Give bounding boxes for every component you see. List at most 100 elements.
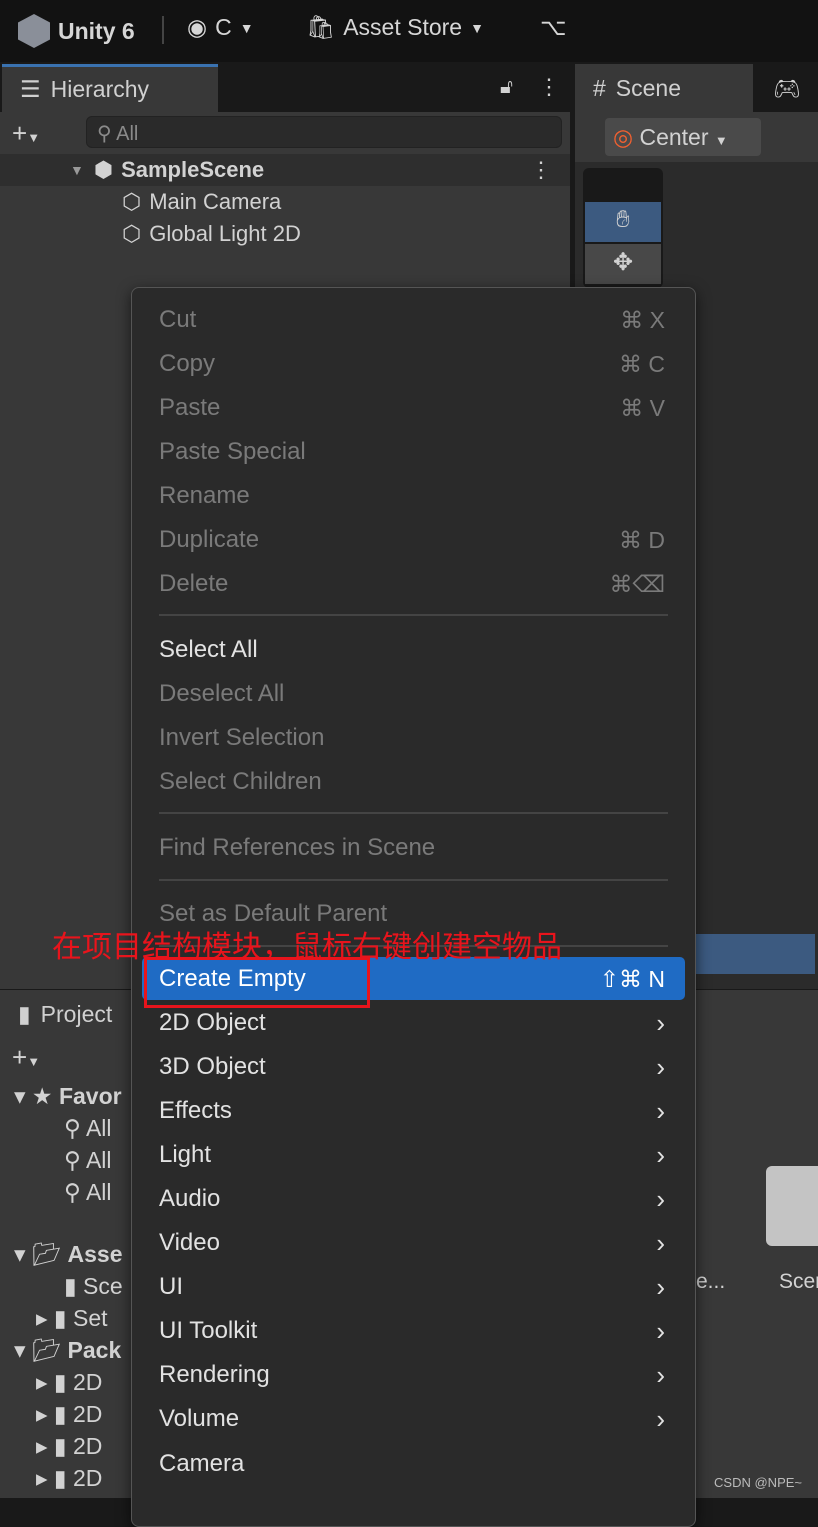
view-options-icon[interactable]	[695, 934, 815, 974]
chevron-right-icon: ›	[656, 1007, 665, 1038]
tree-item[interactable]: ▸ ▮ 2D	[14, 1398, 123, 1430]
unity-logo-icon	[18, 14, 50, 48]
lock-icon[interactable]: 🔓︎	[500, 76, 513, 99]
menu-item-submenu[interactable]: Audio ›	[159, 1179, 665, 1219]
menu-item-label: Rendering	[159, 1361, 270, 1388]
project-tree: ▾ ★ Favor ⚲ All ⚲ All ⚲ All ▾ 📂︎ Asse ▮ …	[14, 1080, 123, 1494]
menu-item-submenu[interactable]: UI Toolkit ›	[159, 1311, 665, 1351]
grid-icon: #	[593, 74, 606, 101]
tree-item[interactable]: ⚲ All	[14, 1144, 123, 1176]
menu-item-cut[interactable]: Cut ⌘ X	[159, 300, 665, 340]
tree-item[interactable]: ⚲ All	[14, 1112, 123, 1144]
menu-item-label: UI Toolkit	[159, 1317, 258, 1344]
unity-scene-icon: ⬢	[93, 157, 114, 182]
account-icon: ◉	[187, 14, 208, 40]
pivot-icon: ◎	[613, 124, 634, 150]
expand-arrow-icon: ▼	[70, 162, 84, 178]
tree-item[interactable]: ▾ ★ Favor	[14, 1080, 123, 1112]
bag-icon: 🛍	[306, 14, 336, 40]
add-button[interactable]: +▼	[12, 1042, 40, 1073]
chevron-right-icon: ›	[656, 1051, 665, 1082]
menu-item-label: Light	[159, 1141, 212, 1168]
menu-item-select-all[interactable]: Select All	[159, 630, 665, 670]
hand-tool-icon[interactable]: ✋︎	[585, 202, 661, 242]
divider	[162, 16, 164, 44]
chevron-right-icon: ›	[656, 1359, 665, 1390]
menu-item-duplicate[interactable]: Duplicate ⌘ D	[159, 520, 665, 560]
menu-item-find-references[interactable]: Find References in Scene	[159, 828, 665, 868]
menu-item-submenu[interactable]: Volume ›	[159, 1399, 665, 1439]
tab-hierarchy[interactable]: ☰ Hierarchy	[2, 64, 218, 112]
separator	[159, 812, 668, 814]
menu-item-rename[interactable]: Rename	[159, 476, 665, 516]
folder-icon: ▮	[18, 1000, 31, 1027]
separator	[159, 879, 668, 881]
scene-more-icon[interactable]: ⋮	[530, 157, 552, 183]
tab-project[interactable]: ▮ Project	[0, 990, 140, 1038]
menu-item-submenu[interactable]: Video ›	[159, 1223, 665, 1263]
tab-scene[interactable]: # Scene	[575, 64, 753, 112]
menu-item-label: 2D Object	[159, 1009, 266, 1036]
gameobject-icon: ⬡	[122, 189, 142, 214]
search-icon: ⚲	[97, 123, 117, 145]
menu-item-camera[interactable]: Camera	[159, 1444, 665, 1484]
chevron-right-icon: ›	[656, 1271, 665, 1302]
pivot-dropdown[interactable]: ◎ Center ▼	[605, 118, 761, 156]
menu-item-deselect-all[interactable]: Deselect All	[159, 674, 665, 714]
chevron-down-icon: ▼	[470, 19, 484, 36]
version-control-icon[interactable]: ⌥	[540, 14, 567, 41]
watermark: CSDN @NPE~	[714, 1475, 802, 1490]
annotation-text: 在项目结构模块，鼠标右键创建空物品	[52, 930, 562, 965]
file-thumbnail[interactable]	[766, 1166, 818, 1246]
move-tool-icon[interactable]: ✥	[585, 244, 661, 284]
menu-item-submenu[interactable]: Rendering ›	[159, 1355, 665, 1395]
tree-item[interactable]: ▸ ▮ 2D	[14, 1430, 123, 1462]
more-icon[interactable]: ⋮	[538, 74, 560, 100]
search-input[interactable]: ⚲ All	[86, 116, 562, 148]
tree-item[interactable]: ▸ ▮ 2D	[14, 1462, 123, 1494]
asset-label[interactable]: Scer	[779, 1270, 818, 1294]
list-icon: ☰	[20, 76, 41, 102]
asset-store-dropdown[interactable]: 🛍 Asset Store ▼	[306, 14, 484, 41]
tree-item[interactable]: ⚲ All	[14, 1176, 123, 1208]
context-menu: Cut ⌘ X Copy ⌘ C Paste ⌘ V Paste Special Re…	[131, 287, 696, 1527]
chevron-right-icon: ›	[656, 1139, 665, 1170]
chevron-right-icon: ›	[656, 1227, 665, 1258]
menu-item-paste-special[interactable]: Paste Special	[159, 432, 665, 472]
chevron-down-icon: ▼	[239, 19, 254, 36]
hierarchy-item[interactable]: ⬡ Main Camera	[0, 186, 281, 218]
menu-item-submenu[interactable]: Light ›	[159, 1135, 665, 1175]
tree-item[interactable]: ▸ ▮ 2D	[14, 1366, 123, 1398]
menu-item-delete[interactable]: Delete ⌘⌫	[159, 564, 665, 604]
unity-menu[interactable]: Unity 6	[18, 14, 135, 48]
menu-item-label: 3D Object	[159, 1053, 266, 1080]
tree-item[interactable]: ▸ ▮ Set	[14, 1302, 123, 1334]
gameobject-icon: ⬡	[122, 221, 142, 246]
account-dropdown[interactable]: ◉ C ▼	[187, 14, 254, 41]
menu-item-copy[interactable]: Copy ⌘ C	[159, 344, 665, 384]
chevron-right-icon: ›	[656, 1315, 665, 1346]
menu-item-submenu[interactable]: Effects ›	[159, 1091, 665, 1131]
menu-item-paste[interactable]: Paste ⌘ V	[159, 388, 665, 428]
add-button[interactable]: +▼	[12, 118, 40, 149]
chevron-right-icon: ›	[656, 1095, 665, 1126]
menu-item-label: Effects	[159, 1097, 232, 1124]
tree-item[interactable]: ▾ 📂︎ Pack	[14, 1334, 123, 1366]
asset-label[interactable]: e...	[696, 1270, 725, 1294]
gamepad-icon[interactable]: 🎮︎	[773, 76, 801, 102]
hierarchy-item[interactable]: ⬡ Global Light 2D	[0, 218, 301, 250]
menu-item-label: Audio	[159, 1185, 221, 1212]
tree-item[interactable]: ▮ Sce	[14, 1270, 123, 1302]
menu-item-submenu[interactable]: 2D Object ›	[159, 1003, 665, 1043]
chevron-right-icon: ›	[656, 1403, 665, 1434]
menu-item-invert-selection[interactable]: Invert Selection	[159, 718, 665, 758]
menu-item-label: Video	[159, 1229, 220, 1256]
menu-item-submenu[interactable]: UI ›	[159, 1267, 665, 1307]
separator	[159, 614, 668, 616]
chevron-right-icon: ›	[656, 1183, 665, 1214]
menu-item-label: UI	[159, 1273, 183, 1300]
scene-row[interactable]: ▼ ⬢ SampleScene ⋮	[0, 154, 570, 186]
menu-item-submenu[interactable]: 3D Object ›	[159, 1047, 665, 1087]
tree-item[interactable]: ▾ 📂︎ Asse	[14, 1238, 123, 1270]
menu-item-select-children[interactable]: Select Children	[159, 762, 665, 802]
